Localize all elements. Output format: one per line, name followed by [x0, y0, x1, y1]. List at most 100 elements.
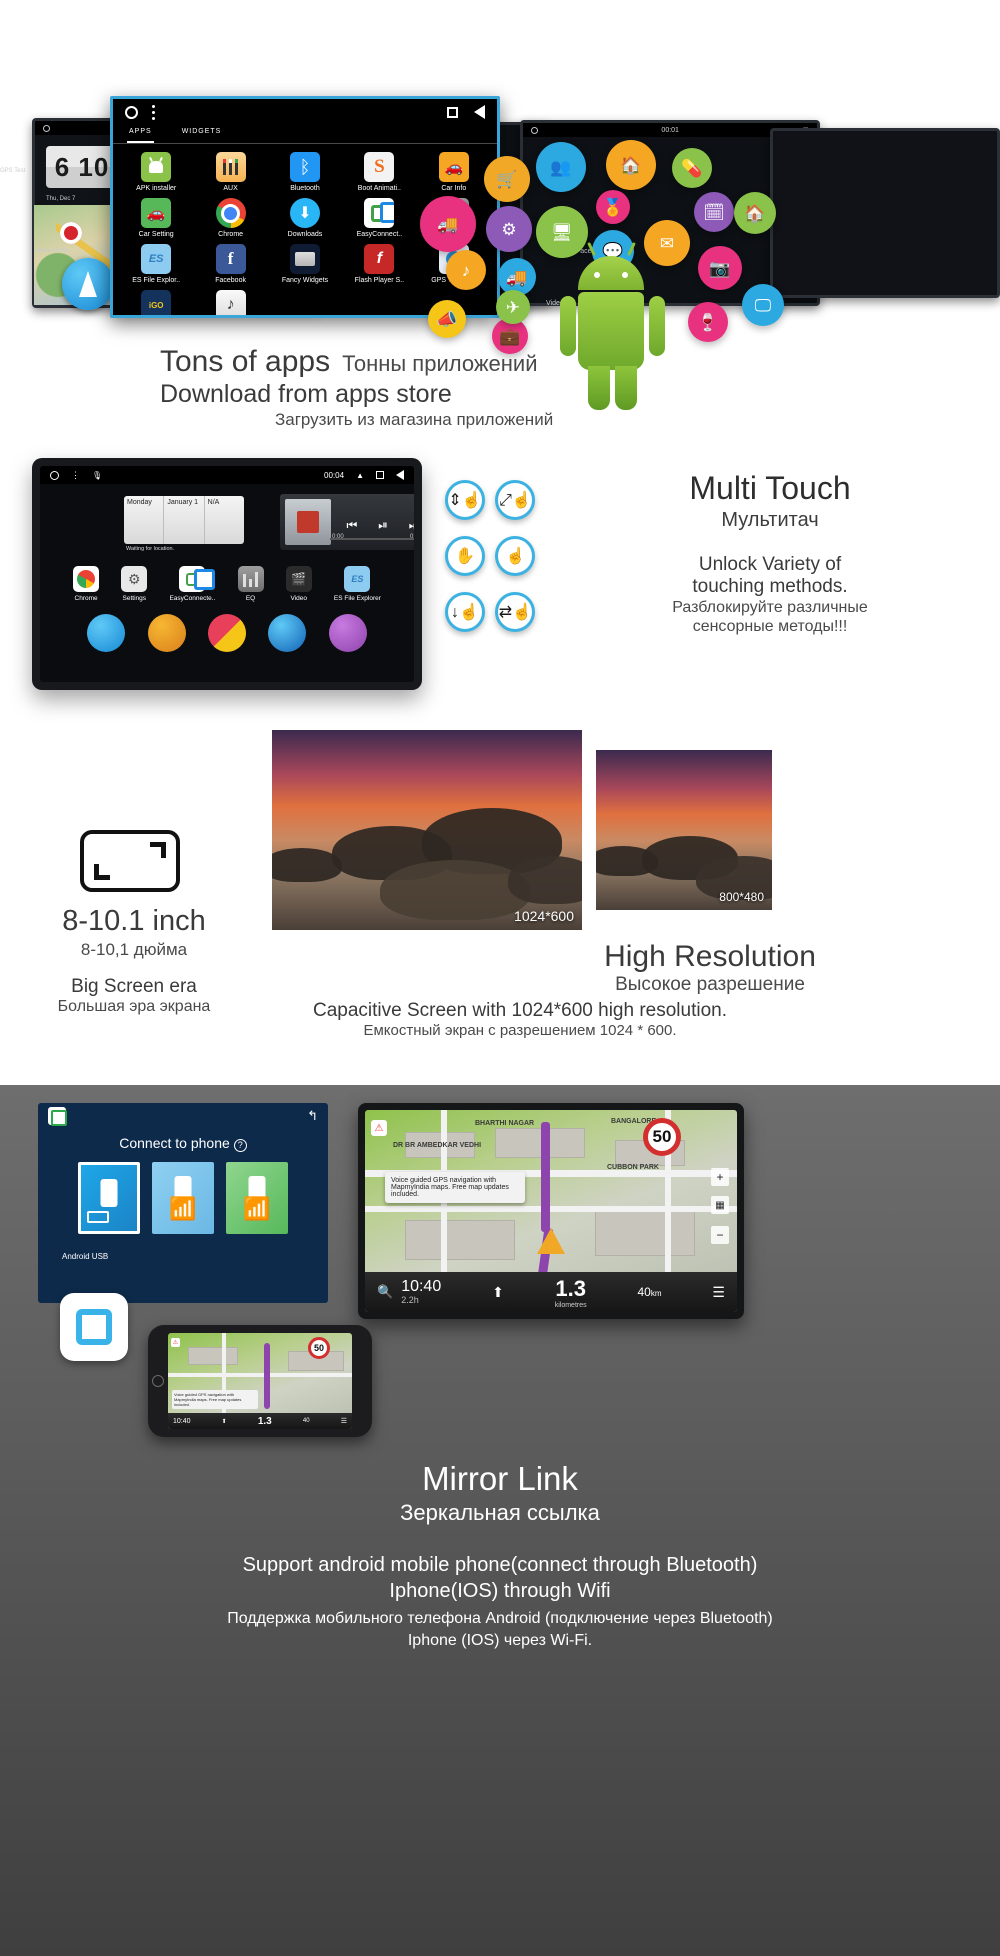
- warning-icon[interactable]: ⚠: [371, 1120, 387, 1136]
- player-progress-bar[interactable]: [330, 538, 414, 540]
- speed-limit-sign: 50: [308, 1337, 330, 1359]
- home-icon: 🏠: [606, 140, 656, 190]
- apps-headline-row: Tons of apps Тонны приложений: [160, 345, 538, 379]
- recents-square-icon[interactable]: [447, 106, 458, 118]
- app-car-info[interactable]: 🚗 Car Info: [417, 152, 491, 192]
- tab-apps[interactable]: APPS: [127, 125, 154, 143]
- inch-label-ru: 8-10,1 дюйма: [80, 940, 188, 959]
- mobile-phone-device[interactable]: 50 ⚠ Voice guided GPS navigation with Ma…: [148, 1325, 372, 1437]
- multi-touch-desc-ru-1: Разблокируйте различные: [672, 598, 868, 616]
- mobile-bottom-bar[interactable]: 10:40 ⬆ 1.3 40 ☰: [168, 1413, 352, 1429]
- connect-card-wifi-2[interactable]: 📶: [226, 1162, 288, 1234]
- home-circle-icon: [531, 126, 538, 134]
- boot-animation-icon: S: [364, 152, 395, 182]
- swipe-vertical-icon: ⇕☝: [445, 480, 485, 520]
- multi-touch-title-ru: Мультитач: [721, 509, 819, 531]
- device-app-easyconnect[interactable]: EasyConnecte..: [169, 566, 215, 602]
- mirror-title-ru: Зеркальная ссылка: [400, 1500, 600, 1525]
- music-icon[interactable]: [328, 614, 367, 652]
- back-triangle-icon[interactable]: [396, 470, 404, 480]
- zoom-in-button[interactable]: +: [711, 1168, 729, 1186]
- app-label: Fancy Widgets: [281, 277, 329, 284]
- corner-bottom-left-icon: [94, 864, 110, 880]
- widget-date: January 1: [164, 496, 205, 544]
- apps-grid-icon[interactable]: [207, 614, 246, 652]
- next-track-icon[interactable]: ⏭: [409, 518, 414, 533]
- calendar-icon: 🗓: [694, 192, 734, 232]
- gears-icon: ⚙: [486, 206, 532, 252]
- app-fancy-widgets[interactable]: Fancy Widgets: [268, 244, 342, 284]
- search-icon[interactable]: 🔍: [377, 1284, 393, 1300]
- single-tap-icon: ☝: [495, 536, 536, 576]
- connect-to-phone-panel[interactable]: ↰ Connect to phone? 📶 📶 Android USB: [38, 1103, 328, 1303]
- app-es-file-explorer[interactable]: ES ES File Explor..: [119, 244, 193, 284]
- recents-square-icon[interactable]: [376, 471, 384, 479]
- zoom-out-button[interactable]: −: [711, 1226, 729, 1244]
- app-flash-player[interactable]: f Flash Player S..: [342, 244, 416, 284]
- bluetooth-icon: ᛒ: [289, 152, 320, 182]
- era-label-en: Big Screen era: [71, 976, 197, 997]
- home-circle-icon[interactable]: [50, 470, 59, 480]
- back-arrow-icon[interactable]: ↰: [307, 1108, 318, 1124]
- inch-label-en: 8-10.1 inch: [62, 905, 206, 937]
- radio-icon[interactable]: [147, 614, 186, 652]
- menu-kebab-icon[interactable]: ⋮: [71, 470, 80, 481]
- menu-kebab-icon[interactable]: [152, 104, 155, 120]
- bluetooth-icon[interactable]: [268, 614, 307, 652]
- head-unit-screen[interactable]: ⋮ 🎙 00:04 ▲ Monday January 1 N/A Waiting…: [40, 466, 414, 682]
- back-triangle-icon[interactable]: [474, 105, 485, 119]
- app-facebook[interactable]: f Facebook: [193, 244, 267, 284]
- head-unit-navigation[interactable]: BHARTHI NAGAR BANGALORE DR BR AMBEDKAR V…: [358, 1103, 744, 1319]
- navigation-bottom-bar[interactable]: 🔍 10:40 2.2h ⬆ 1.3 kilometres 40km ☰: [365, 1272, 737, 1312]
- menu-list-icon[interactable]: ☰: [712, 1284, 725, 1301]
- connect-card-android-usb[interactable]: [78, 1162, 140, 1234]
- mascot-eye-left: [594, 272, 600, 278]
- easyconnect-app-icon[interactable]: [60, 1293, 128, 1361]
- app-aux[interactable]: AUX: [193, 152, 267, 192]
- high-resolution-text-block: High Resolution Высокое разрешение: [430, 940, 990, 996]
- device-app-es-file[interactable]: ES ES File Explorer: [334, 566, 381, 602]
- navigation-icon[interactable]: [87, 614, 126, 652]
- gesture-icons-group: ⇕☝ ⤢☝ ✋ ☝ ↓☝ ⇄☝: [445, 480, 555, 648]
- app-igo[interactable]: iGO iGO: [119, 290, 193, 315]
- head-unit-device[interactable]: ⋮ 🎙 00:04 ▲ Monday January 1 N/A Waiting…: [32, 458, 422, 690]
- menu-list-icon: ☰: [340, 1418, 347, 1425]
- home-circle-icon[interactable]: [125, 105, 138, 119]
- device-app-chrome[interactable]: Chrome: [73, 566, 100, 602]
- home-circle-icon: [43, 124, 50, 132]
- gps-test-icon: [62, 258, 114, 310]
- play-pause-icon[interactable]: ⏯: [378, 518, 388, 533]
- app-music[interactable]: ♪ Music: [193, 290, 267, 315]
- tab-widgets[interactable]: WIDGETS: [180, 125, 224, 143]
- up-arrow-icon[interactable]: ⬆: [492, 1284, 504, 1301]
- app-bluetooth[interactable]: ᛒ Bluetooth: [268, 152, 342, 192]
- grid-view-button[interactable]: ▦: [711, 1196, 729, 1214]
- media-player-widget[interactable]: ⏮ ⏯ ⏭: [280, 494, 414, 550]
- app-label: EasyConnect..: [356, 231, 403, 238]
- app-chrome[interactable]: Chrome: [193, 198, 267, 238]
- help-icon[interactable]: ?: [233, 1139, 247, 1152]
- app-downloads[interactable]: ⬇ Downloads: [268, 198, 342, 238]
- connect-card-wifi-1[interactable]: 📶: [152, 1162, 214, 1234]
- mobile-screen[interactable]: 50 ⚠ Voice guided GPS navigation with Ma…: [168, 1333, 352, 1429]
- aux-cables-icon: [215, 152, 246, 182]
- pill-capsule-icon: 💊: [672, 148, 712, 188]
- app-boot-animation[interactable]: S Boot Animati..: [342, 152, 416, 192]
- app-label: ES File Explorer: [333, 595, 381, 602]
- device-app-video[interactable]: 🎬 Video: [285, 566, 312, 602]
- home-button[interactable]: [152, 1375, 164, 1387]
- prev-track-icon[interactable]: ⏮: [346, 518, 357, 533]
- mobile-nav-distance: 1.3: [257, 1415, 272, 1427]
- app-apk-installer[interactable]: APK installer: [119, 152, 193, 192]
- app-label: Flash Player S..: [354, 277, 405, 284]
- photo-1024x600: 1024*600: [272, 730, 582, 930]
- navigation-map[interactable]: BHARTHI NAGAR BANGALORE DR BR AMBEDKAR V…: [365, 1110, 737, 1312]
- device-app-settings[interactable]: ⚙ Settings: [121, 566, 148, 602]
- app-car-setting[interactable]: 🚗 Car Setting: [119, 198, 193, 238]
- settings-gear-icon: ⚙: [121, 566, 148, 592]
- player-controls[interactable]: ⏮ ⏯ ⏭: [336, 494, 414, 550]
- clock-weather-widget[interactable]: Monday January 1 N/A: [124, 496, 244, 544]
- app-easyconnect[interactable]: EasyConnect..: [342, 198, 416, 238]
- app-label: EQ: [245, 595, 256, 602]
- device-app-eq[interactable]: EQ: [237, 566, 264, 602]
